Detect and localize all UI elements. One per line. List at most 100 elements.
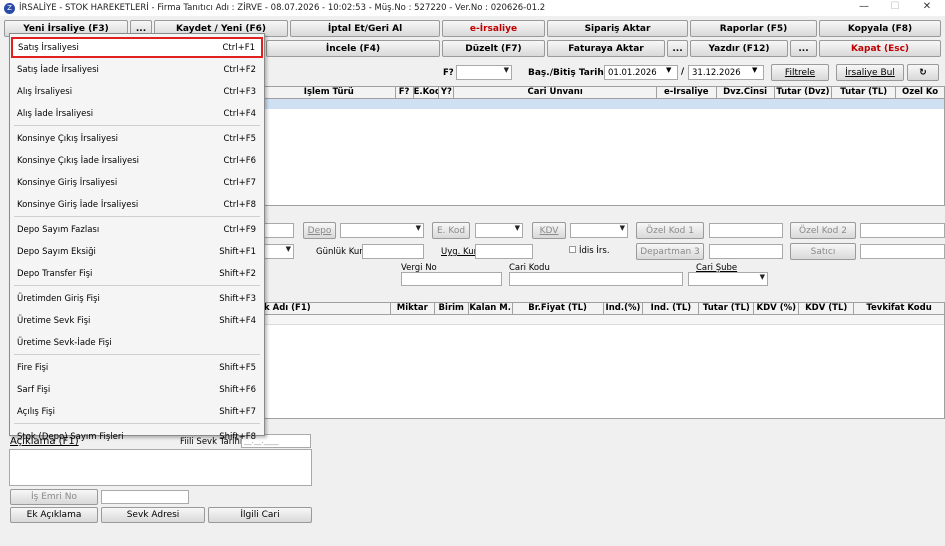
print-button[interactable]: Yazdır (F12)	[690, 40, 788, 57]
maximize-button[interactable]: ☐	[877, 0, 913, 16]
vergi-no-field[interactable]	[401, 272, 502, 286]
print-more-button[interactable]: ...	[790, 40, 817, 57]
menu-item-label: Konsinye Giriş İade İrsaliyesi	[17, 199, 139, 210]
is-emri-button[interactable]: İş Emri No	[10, 489, 98, 505]
reports-button[interactable]: Raporlar (F5)	[690, 20, 817, 37]
close-form-button[interactable]: Kapat (Esc)	[819, 40, 941, 57]
menu-item[interactable]: Üretime Sevk-İade Fişi	[10, 332, 264, 353]
cancel-undo-button[interactable]: İptal Et/Geri Al	[290, 20, 440, 37]
sevk-adresi-button[interactable]: Sevk Adresi	[101, 507, 205, 523]
col-tutar-dvz[interactable]: Tutar (Dvz)	[775, 87, 833, 98]
menu-item[interactable]: Satış İrsaliyesi Ctrl+F1	[11, 37, 263, 58]
is-emri-field[interactable]	[101, 490, 189, 504]
menu-item[interactable]: Açılış Fişi Shift+F7	[10, 401, 264, 422]
refresh-icon[interactable]: ↻	[907, 64, 939, 81]
item-grid[interactable]: k Adı (F1) Miktar Birim Kalan M. Br.Fiya…	[262, 302, 945, 419]
col-miktar[interactable]: Miktar	[391, 303, 435, 314]
col-br-fiyat[interactable]: Br.Fiyat (TL)	[513, 303, 604, 314]
col-stok-adi[interactable]: k Adı (F1)	[263, 303, 391, 314]
col-kdv-tl[interactable]: KDV (TL)	[799, 303, 855, 314]
inspect-button[interactable]: İncele (F4)	[266, 40, 440, 57]
invoice-more-button[interactable]: ...	[667, 40, 688, 57]
menu-item[interactable]: Alış İrsaliyesi Ctrl+F3	[10, 81, 264, 102]
ozel-kod-2-field[interactable]	[860, 223, 945, 238]
col-ind-tl[interactable]: İnd. (TL)	[643, 303, 700, 314]
find-waybill-button[interactable]: İrsaliye Bul	[836, 64, 904, 81]
gunluk-kur-field[interactable]	[362, 244, 424, 259]
e-waybill-button[interactable]: e-İrsaliye	[442, 20, 545, 37]
col-kdv-yuzde[interactable]: KDV (%)	[754, 303, 800, 314]
col-ozel-kod[interactable]: Özel Ko	[896, 87, 944, 98]
end-date-dropdown-icon[interactable]: ▼	[752, 66, 757, 74]
departman-3-field[interactable]	[709, 244, 783, 259]
kdv-select[interactable]	[570, 223, 628, 238]
selected-row[interactable]	[263, 99, 944, 109]
col-cari-unvani[interactable]: Cari Unvanı	[454, 87, 657, 98]
menu-item[interactable]: Depo Sayım Eksiği Shift+F1	[10, 241, 264, 262]
ilgili-cari-button[interactable]: İlgili Cari	[208, 507, 312, 523]
menu-item[interactable]: Konsinye Çıkış İade İrsaliyesi Ctrl+F6	[10, 150, 264, 171]
menu-item[interactable]: Üretime Sevk Fişi Shift+F4	[10, 310, 264, 331]
menu-item[interactable]: Alış İade İrsaliyesi Ctrl+F4	[10, 103, 264, 124]
menu-item[interactable]: Konsinye Giriş İade İrsaliyesi Ctrl+F8	[10, 194, 264, 215]
menu-item[interactable]: Konsinye Giriş İrsaliyesi Ctrl+F7	[10, 172, 264, 193]
menu-separator	[14, 125, 260, 126]
menu-item[interactable]: Satış İade İrsaliyesi Ctrl+F2	[10, 59, 264, 80]
ozel-kod-1-field[interactable]	[709, 223, 783, 238]
uyg-kur-field[interactable]	[475, 244, 533, 259]
transfer-to-invoice-button[interactable]: Faturaya Aktar	[547, 40, 665, 57]
ek-aciklama-button[interactable]: Ek Açıklama	[10, 507, 98, 523]
menu-item[interactable]: Fire Fişi Shift+F5	[10, 357, 264, 378]
menu-item[interactable]: Depo Sayım Fazlası Ctrl+F9	[10, 219, 264, 240]
col-dvz-cinsi[interactable]: Dvz.Cinsi	[717, 87, 775, 98]
f-filter-select[interactable]	[456, 65, 512, 80]
col-islem-turu[interactable]: İşlem Türü	[263, 87, 396, 98]
ozel-kod-2-button[interactable]: Özel Kod 2	[790, 222, 856, 239]
menu-item[interactable]: Depo Transfer Fişi Shift+F2	[10, 263, 264, 284]
menu-item-shortcut: Ctrl+F7	[223, 177, 256, 188]
e-kod-button[interactable]: E. Kod	[432, 222, 470, 239]
menu-item-shortcut: Shift+F2	[219, 268, 256, 279]
menu-item-shortcut: Ctrl+F5	[223, 133, 256, 144]
menu-item[interactable]: Stok (Depo) Sayım Fişleri Shift+F8	[10, 426, 264, 447]
menu-item-shortcut: Ctrl+F6	[223, 155, 256, 166]
cari-kodu-field[interactable]	[509, 272, 683, 286]
depo-button[interactable]: Depo	[303, 222, 336, 239]
satici-field[interactable]	[860, 244, 945, 259]
col-y[interactable]: Y?	[439, 87, 455, 98]
start-date-dropdown-icon[interactable]: ▼	[666, 66, 671, 74]
col-tutar-tl-items[interactable]: Tutar (TL)	[699, 303, 755, 314]
col-f[interactable]: F?	[396, 87, 414, 98]
col-tutar-tl[interactable]: Tutar (TL)	[832, 87, 897, 98]
departman-3-button[interactable]: Departman 3	[636, 243, 704, 260]
menu-item-label: Konsinye Çıkış İade İrsaliyesi	[17, 155, 140, 166]
copy-button[interactable]: Kopyala (F8)	[819, 20, 941, 37]
e-kod-select[interactable]	[475, 223, 523, 238]
item-row[interactable]	[263, 315, 944, 325]
col-tevkifat-kodu[interactable]: Tevkifat Kodu	[854, 303, 944, 314]
col-ind-yuzde[interactable]: İnd.(%)	[604, 303, 644, 314]
left-field-1[interactable]	[262, 223, 294, 238]
kdv-button[interactable]: KDV	[532, 222, 566, 239]
close-button[interactable]: ✕	[909, 0, 945, 16]
left-select-2[interactable]	[262, 244, 294, 259]
menu-item[interactable]: Sarf Fişi Shift+F6	[10, 379, 264, 400]
aciklama-textarea[interactable]	[9, 449, 312, 486]
satici-button[interactable]: Satıcı	[790, 243, 856, 260]
ozel-kod-1-button[interactable]: Özel Kod 1	[636, 222, 704, 239]
col-e-kod[interactable]: E.Kod	[414, 87, 440, 98]
cari-sube-select[interactable]	[688, 272, 768, 286]
menu-item-shortcut: Shift+F4	[219, 315, 256, 326]
idis-irs-checkbox[interactable]	[569, 246, 576, 253]
depo-select[interactable]	[340, 223, 424, 238]
col-e-irsaliye[interactable]: e-İrsaliye	[657, 87, 717, 98]
edit-button[interactable]: Düzelt (F7)	[442, 40, 545, 57]
menu-item[interactable]: Konsinye Çıkış İrsaliyesi Ctrl+F5	[10, 128, 264, 149]
menu-item[interactable]: Üretimden Giriş Fişi Shift+F3	[10, 288, 264, 309]
menu-item-label: Konsinye Çıkış İrsaliyesi	[17, 133, 118, 144]
waybill-list-grid[interactable]: İşlem Türü F? E.Kod Y? Cari Unvanı e-İrs…	[262, 86, 945, 206]
col-kalan-m[interactable]: Kalan M.	[469, 303, 513, 314]
filter-button[interactable]: Filtrele	[771, 64, 829, 81]
col-birim[interactable]: Birim	[435, 303, 469, 314]
transfer-order-button[interactable]: Sipariş Aktar	[547, 20, 688, 37]
